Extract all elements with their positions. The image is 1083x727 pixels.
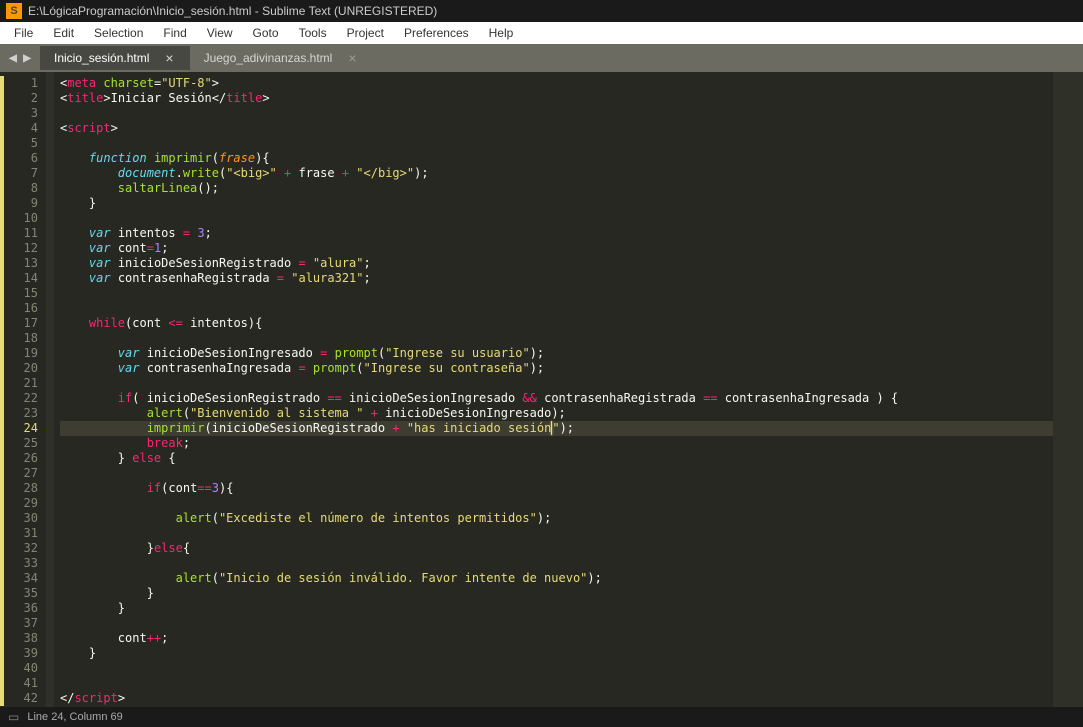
close-icon[interactable]: × bbox=[348, 50, 356, 66]
tab-label: Inicio_sesión.html bbox=[54, 51, 149, 65]
tab-inicio-sesion[interactable]: Inicio_sesión.html × bbox=[40, 46, 190, 70]
menu-project[interactable]: Project bbox=[337, 24, 394, 42]
app-icon-letter: S bbox=[10, 5, 17, 17]
code-area[interactable]: <meta charset="UTF-8"><title>Iniciar Ses… bbox=[54, 72, 1053, 707]
statusbar[interactable]: ▭ Line 24, Column 69 bbox=[0, 707, 1083, 727]
status-cursor: Line 24, Column 69 bbox=[27, 711, 122, 723]
nav-arrows[interactable]: ◀ ▶ bbox=[0, 50, 40, 66]
minimap[interactable] bbox=[1053, 72, 1083, 707]
menu-selection[interactable]: Selection bbox=[84, 24, 153, 42]
gutter[interactable]: 1234567891011121314151617181920212223242… bbox=[4, 72, 46, 707]
tabbar: ◀ ▶ Inicio_sesión.html × Juego_adivinanz… bbox=[0, 44, 1083, 72]
menu-goto[interactable]: Goto bbox=[243, 24, 289, 42]
menu-view[interactable]: View bbox=[197, 24, 243, 42]
tab-label: Juego_adivinanzas.html bbox=[204, 51, 333, 65]
menu-help[interactable]: Help bbox=[479, 24, 524, 42]
title-sep: - bbox=[251, 4, 262, 18]
editor[interactable]: 1234567891011121314151617181920212223242… bbox=[0, 72, 1083, 707]
tab-juego-adivinanzas[interactable]: Juego_adivinanzas.html × bbox=[190, 46, 373, 70]
menu-tools[interactable]: Tools bbox=[289, 24, 337, 42]
menu-edit[interactable]: Edit bbox=[43, 24, 84, 42]
menu-preferences[interactable]: Preferences bbox=[394, 24, 479, 42]
app-icon: S bbox=[6, 3, 22, 19]
close-icon[interactable]: × bbox=[165, 50, 173, 66]
titlebar: S E:\LógicaProgramación\Inicio_sesión.ht… bbox=[0, 0, 1083, 22]
nav-back-icon[interactable]: ◀ bbox=[9, 50, 17, 66]
menu-file[interactable]: File bbox=[4, 24, 43, 42]
panel-switch-icon[interactable]: ▭ bbox=[8, 710, 19, 724]
title-path: E:\LógicaProgramación\Inicio_sesión.html bbox=[28, 4, 251, 18]
title-app: Sublime Text (UNREGISTERED) bbox=[262, 4, 437, 18]
nav-forward-icon[interactable]: ▶ bbox=[23, 50, 31, 66]
menu-find[interactable]: Find bbox=[153, 24, 196, 42]
fold-strip bbox=[46, 72, 54, 707]
menubar: File Edit Selection Find View Goto Tools… bbox=[0, 22, 1083, 44]
